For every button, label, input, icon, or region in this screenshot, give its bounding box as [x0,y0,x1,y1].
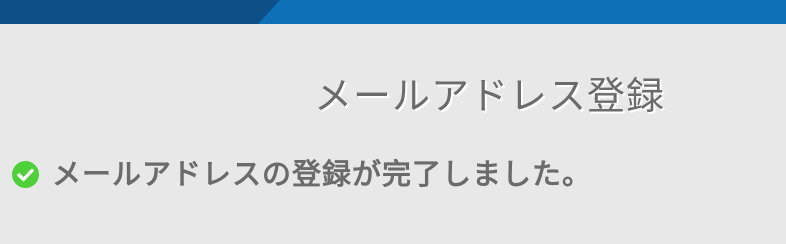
page-title: メールアドレス登録 [314,74,666,118]
success-message-text: メールアドレスの登録が完了しました。 [52,157,593,191]
success-message: メールアドレスの登録が完了しました。 [12,156,592,192]
check-circle-icon [12,160,39,188]
header-bar [0,0,786,24]
page: メールアドレス登録 メールアドレスの登録が完了しました。 [0,0,786,244]
header-bar-accent [0,0,280,24]
